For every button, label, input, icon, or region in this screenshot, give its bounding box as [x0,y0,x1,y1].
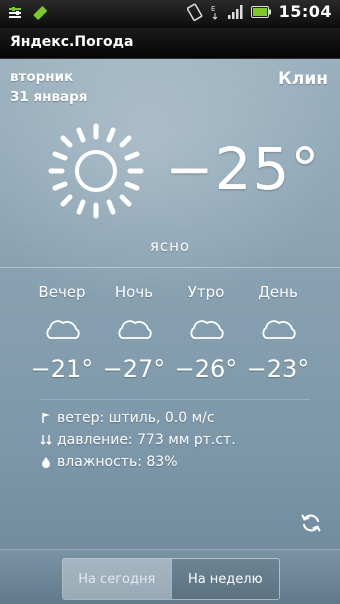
weather-panel: вторник 31 января Клин −25° ясно Вечер −… [0,59,340,604]
cloud-icon [118,320,152,339]
water-drop-icon [42,457,50,468]
clock: 15:04 [278,2,332,21]
period-label: Вечер [38,283,86,301]
period-night: Ночь −27° [98,283,170,383]
period-evening: Вечер −21° [26,283,98,383]
period-label: Утро [187,283,225,301]
weekday: вторник [10,69,74,85]
battery-icon [250,5,271,18]
period-temperature: −26° [174,355,238,383]
bottom-bar: На сегодня На неделю [0,549,340,604]
battery-charging-icon [33,6,47,20]
tab-today[interactable]: На сегодня [63,559,171,599]
sun-icon [48,123,144,219]
period-day: День −23° [242,283,314,383]
forecast-range-tabs: На сегодня На неделю [62,558,280,600]
divider [0,267,340,268]
humidity-row: влажность: 83% [40,451,236,473]
cloud-icon [46,320,80,339]
cloud-icon [190,320,224,339]
settings-sliders-icon [9,7,21,18]
svg-text:E: E [211,5,215,13]
current-temperature: −25° [165,135,321,203]
app-title-bar: Яндекс.Погода [0,28,340,59]
wind-row: ветер: штиль, 0.0 м/с [40,407,236,429]
weather-details: ветер: штиль, 0.0 м/с давление: 773 мм р… [40,407,236,473]
period-morning: Утро −26° [170,283,242,383]
date-block: вторник 31 января [10,67,87,107]
pressure-text: давление: 773 мм рт.ст. [57,432,236,448]
app-title: Яндекс.Погода [10,34,134,50]
wind-text: ветер: штиль, 0.0 м/с [57,410,215,426]
city-name[interactable]: Клин [278,69,328,89]
period-label: Ночь [114,283,154,301]
period-temperature: −21° [30,355,94,383]
status-bar: E 15:04 [0,0,340,28]
tab-week[interactable]: На неделю [170,559,279,599]
period-label: День [258,283,298,301]
data-transfer-icon: E [211,5,217,20]
period-temperature: −27° [102,355,166,383]
day-periods: Вечер −21° Ночь −27° Утро −26° День −23° [26,283,326,383]
pressure-arrows-icon [40,435,52,445]
signal-strength-icon [227,4,243,19]
refresh-icon[interactable] [299,511,323,535]
divider [40,399,310,400]
wind-flag-icon [42,413,50,423]
screen-rotation-icon [186,3,202,21]
date: 31 января [10,89,88,105]
period-temperature: −23° [246,355,310,383]
pressure-row: давление: 773 мм рт.ст. [40,429,236,451]
weather-condition: ясно [149,237,191,255]
humidity-text: влажность: 83% [57,454,178,470]
cloud-icon [262,320,296,339]
